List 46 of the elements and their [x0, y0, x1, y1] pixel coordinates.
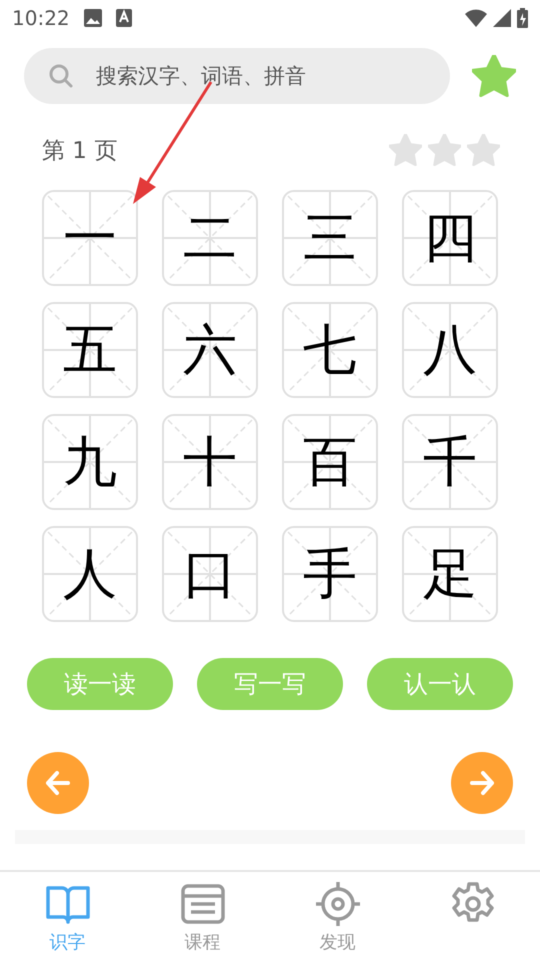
character-card[interactable]: 一 [42, 190, 138, 286]
chinese-character: 千 [423, 428, 477, 494]
chinese-character: 四 [423, 204, 477, 270]
target-icon [314, 880, 362, 928]
chinese-character: 百 [303, 428, 357, 494]
rating-star-icon [389, 134, 422, 166]
character-card[interactable]: 八 [402, 302, 498, 398]
character-card[interactable]: 手 [282, 526, 378, 622]
search-icon [48, 63, 74, 89]
character-card[interactable]: 二 [162, 190, 258, 286]
chinese-character: 足 [423, 540, 477, 606]
chinese-character: 十 [183, 428, 237, 494]
character-card[interactable]: 四 [402, 190, 498, 286]
rating-star-icon [467, 134, 500, 166]
character-card[interactable]: 千 [402, 414, 498, 510]
image-icon [84, 9, 102, 27]
text-icon [116, 9, 132, 27]
page-label: 第 1 页 [42, 136, 118, 166]
chinese-character: 八 [423, 316, 477, 382]
chinese-character: 七 [303, 316, 357, 382]
character-card[interactable]: 足 [402, 526, 498, 622]
chinese-character: 五 [63, 316, 117, 382]
chinese-character: 人 [63, 540, 117, 606]
chinese-character: 九 [63, 428, 117, 494]
search-field[interactable]: 搜索汉字、词语、拼音 [24, 48, 450, 104]
character-card[interactable]: 口 [162, 526, 258, 622]
character-card[interactable]: 人 [42, 526, 138, 622]
chinese-character: 六 [183, 316, 237, 382]
chinese-character: 二 [183, 204, 237, 270]
signal-icon [493, 9, 511, 27]
character-card[interactable]: 百 [282, 414, 378, 510]
chinese-character: 三 [303, 204, 357, 270]
character-card[interactable]: 九 [42, 414, 138, 510]
battery-icon [517, 8, 528, 28]
character-card[interactable]: 三 [282, 190, 378, 286]
chinese-character: 口 [183, 540, 237, 606]
wifi-icon [465, 9, 487, 27]
chinese-character: 手 [303, 540, 357, 606]
character-card[interactable]: 十 [162, 414, 258, 510]
character-card[interactable]: 六 [162, 302, 258, 398]
rating-star-icon [428, 134, 461, 166]
status-time: 10:22 [12, 6, 70, 30]
star-icon[interactable] [472, 55, 516, 97]
character-card[interactable]: 七 [282, 302, 378, 398]
character-card[interactable]: 五 [42, 302, 138, 398]
chinese-character: 一 [63, 204, 117, 270]
